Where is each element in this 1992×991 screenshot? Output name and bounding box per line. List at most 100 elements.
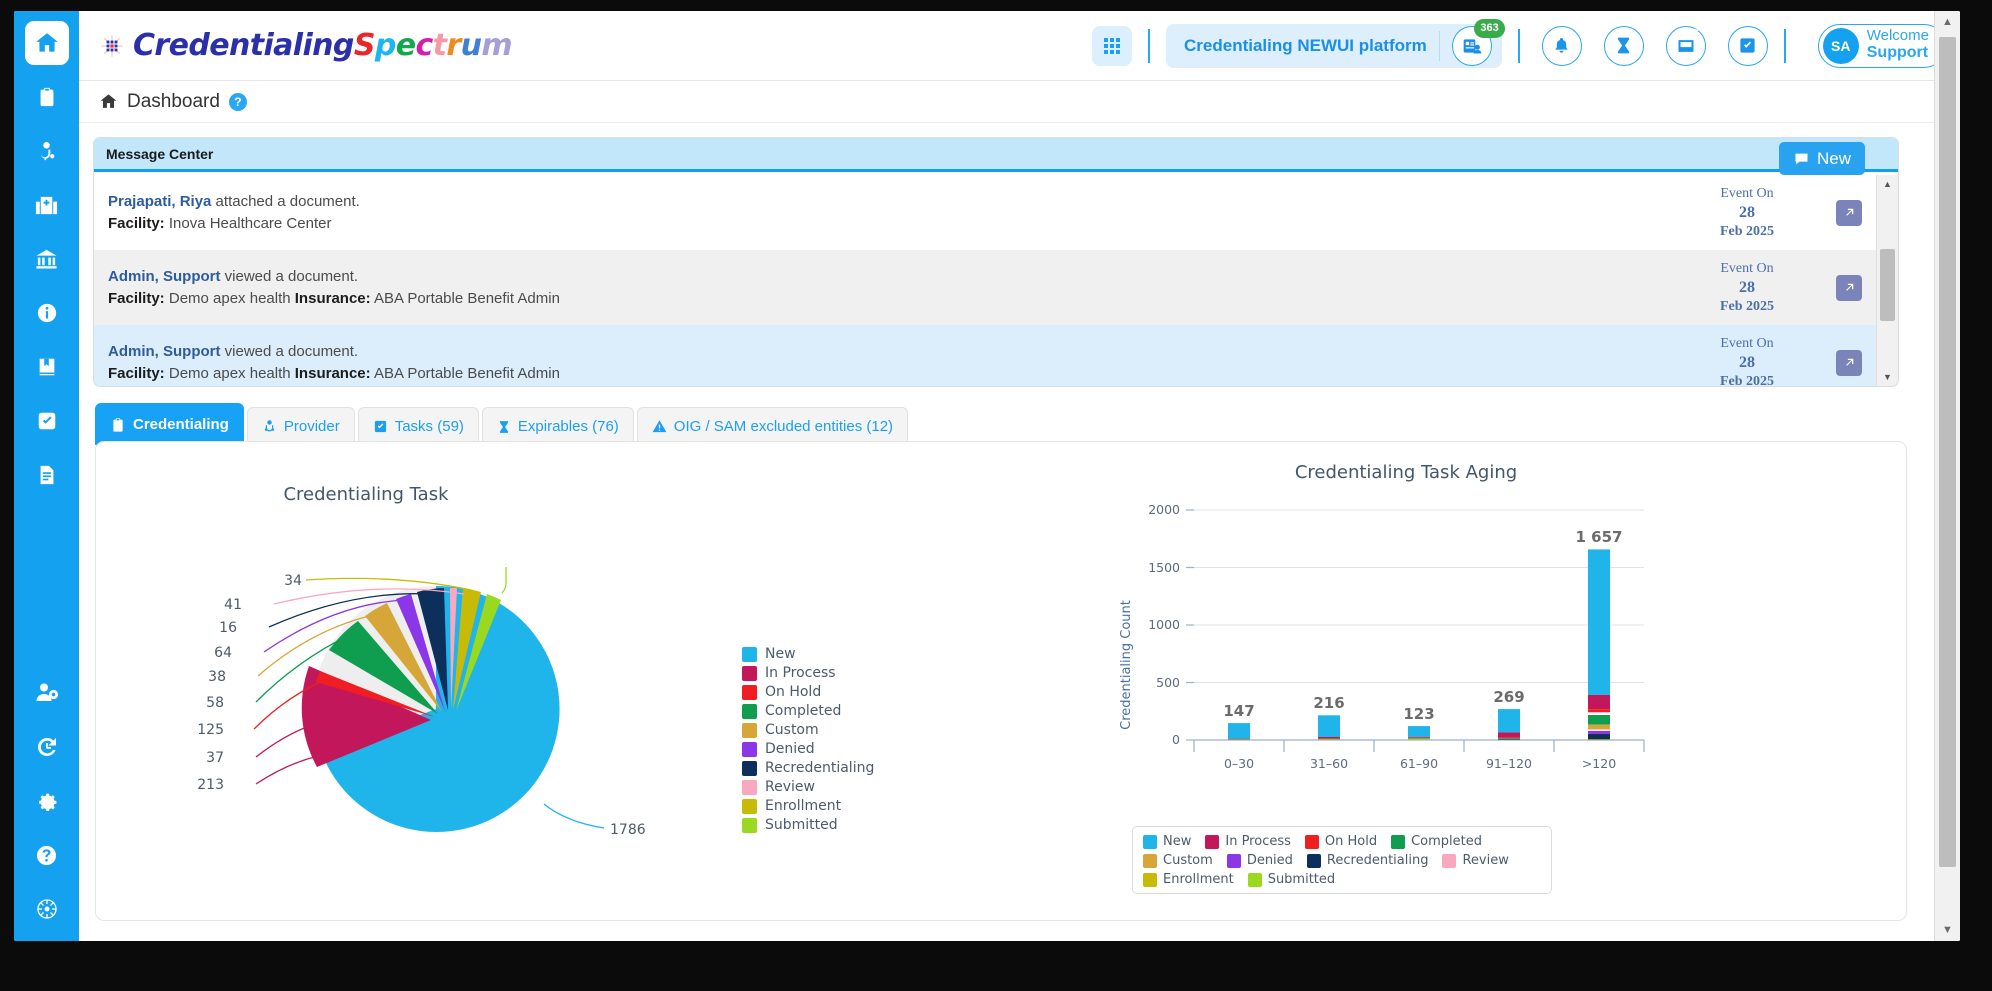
legend-item[interactable]: Review <box>742 779 874 795</box>
sidebar-item-info[interactable] <box>25 291 69 335</box>
logo-letter-r: r <box>446 28 461 63</box>
tasks-button[interactable]: 59 <box>1727 22 1774 66</box>
new-message-button[interactable]: New <box>1778 142 1865 175</box>
legend-item[interactable]: Submitted <box>1247 872 1336 887</box>
legend-swatch-review <box>742 779 757 795</box>
legend-item[interactable]: Review <box>1442 853 1509 868</box>
header-divider-3 <box>1783 28 1786 63</box>
bar-stack-31-60[interactable] <box>1318 715 1340 740</box>
page-scrollbar[interactable]: ▲ ▼ <box>1934 11 1960 941</box>
legend-item[interactable]: In Process <box>1205 834 1291 849</box>
sidebar-item-document[interactable] <box>25 453 69 497</box>
bar-stack-0-30[interactable] <box>1228 723 1250 740</box>
sidebar-item-bookmark[interactable] <box>25 345 69 389</box>
message-text: Admin, Support viewed a document. Facili… <box>108 266 1672 309</box>
sidebar-item-checkbox[interactable] <box>25 399 69 443</box>
inbox-button[interactable]: 99+ <box>1665 22 1713 66</box>
legend-item[interactable]: Completed <box>1391 834 1482 849</box>
sidebar-item-user-settings[interactable] <box>25 671 69 715</box>
pie-label-on-hold: 37 <box>206 750 224 766</box>
message-list[interactable]: Prajapati, Riya attached a document. Fac… <box>94 175 1876 386</box>
legend-label: Submitted <box>1267 872 1336 887</box>
legend-item[interactable]: On Hold <box>742 684 874 700</box>
platform-selector[interactable]: Credentialing NEWUI platform 363 <box>1166 18 1505 68</box>
provider-count-button[interactable]: 363 <box>1451 18 1505 66</box>
message-row[interactable]: Prajapati, Riya attached a document. Fac… <box>94 175 1876 250</box>
sidebar-item-provider[interactable] <box>25 129 69 173</box>
sidebar-item-institution[interactable] <box>25 237 69 281</box>
legend-label: Custom <box>765 722 819 738</box>
history-clock-icon <box>37 737 56 756</box>
tab-tasks[interactable]: Tasks (59) <box>357 407 479 445</box>
legend-label: Custom <box>1163 853 1213 868</box>
legend-item[interactable]: On Hold <box>1304 834 1377 849</box>
bookmark-book-icon <box>39 358 54 376</box>
legend-item[interactable]: Recredentialing <box>742 760 874 776</box>
tab-expirables[interactable]: Expirables (76) <box>481 407 634 445</box>
event-on-label: Event On <box>1720 261 1774 276</box>
sidebar-item-history[interactable] <box>25 725 69 769</box>
legend-item[interactable]: Recredentialing <box>1306 853 1428 868</box>
app-logo[interactable]: CredentialingSpectrum <box>99 28 513 63</box>
open-message-button[interactable] <box>1836 274 1862 301</box>
legend-item[interactable]: New <box>742 646 874 662</box>
legend-item[interactable]: Denied <box>1226 853 1293 868</box>
provider-count-badge: 363 <box>1474 18 1505 38</box>
message-actor: Prajapati, Riya <box>108 193 212 211</box>
legend-item[interactable]: Custom <box>1143 853 1213 868</box>
svg-text:0: 0 <box>1172 732 1180 747</box>
scroll-up-arrow-icon[interactable]: ▲ <box>1877 175 1898 193</box>
pie-label-denied: 38 <box>208 669 226 685</box>
legend-item[interactable]: New <box>1143 834 1191 849</box>
message-row[interactable]: Admin, Support viewed a document. Facili… <box>94 325 1876 386</box>
legend-item[interactable]: Enrollment <box>742 798 874 814</box>
tasks-checkbox-icon <box>1740 38 1755 53</box>
message-center-scrollbar[interactable]: ▲ ▼ <box>1876 175 1898 386</box>
message-event-date: Event On 28 Feb 2025 <box>1672 335 1822 386</box>
tab-oig-sam[interactable]: OIG / SAM excluded entities (12) <box>636 407 909 445</box>
legend-item[interactable]: Custom <box>742 722 874 738</box>
page-scroll-down-arrow-icon[interactable]: ▼ <box>1935 919 1960 941</box>
legend-item[interactable]: Denied <box>742 741 874 757</box>
open-message-button[interactable] <box>1836 199 1862 226</box>
tab-provider[interactable]: Provider <box>246 407 355 445</box>
checkbox-icon <box>374 420 386 433</box>
pie-chart-title: Credentialing Task <box>283 484 449 505</box>
legend-item[interactable]: Completed <box>742 703 874 719</box>
sidebar-item-clipboard[interactable] <box>25 75 69 119</box>
help-icon[interactable]: ? <box>228 92 247 111</box>
event-day: 28 <box>1739 203 1755 221</box>
legend-swatch-custom <box>1143 853 1157 868</box>
chat-bubble-icon <box>1795 153 1808 164</box>
svg-text:0–30: 0–30 <box>1224 756 1254 771</box>
message-event-date: Event On 28 Feb 2025 <box>1672 260 1822 315</box>
sidebar-item-spinner[interactable] <box>25 887 69 931</box>
tab-credentialing[interactable]: Credentialing <box>95 403 244 445</box>
app-header: CredentialingSpectrum Credentialing NEWU… <box>79 11 1960 81</box>
legend-item[interactable]: Submitted <box>742 817 874 833</box>
open-message-button[interactable] <box>1836 349 1862 376</box>
sidebar-item-help[interactable] <box>25 833 69 877</box>
bar-total-0-30: 147 <box>1223 702 1254 720</box>
bar-stack-91-120[interactable] <box>1498 709 1520 740</box>
user-menu[interactable]: SA Welcome Support <box>1817 23 1946 68</box>
message-row[interactable]: Admin, Support viewed a document. Facili… <box>94 250 1876 325</box>
platform-label: Credentialing NEWUI platform <box>1184 35 1427 55</box>
legend-item[interactable]: Enrollment <box>1143 872 1234 887</box>
scrollbar-thumb[interactable] <box>1880 249 1895 321</box>
page-scrollbar-thumb[interactable] <box>1939 37 1956 867</box>
bar-stack-61-90[interactable] <box>1408 726 1430 740</box>
sidebar-item-hospital[interactable] <box>25 183 69 227</box>
platform-pill-divider <box>1438 30 1440 61</box>
apps-grid-button[interactable] <box>1092 25 1133 66</box>
page-scroll-up-arrow-icon[interactable]: ▲ <box>1935 11 1960 33</box>
pending-button[interactable]: 76 <box>1603 22 1650 66</box>
notifications-button[interactable]: 0 <box>1541 22 1585 66</box>
scroll-down-arrow-icon[interactable]: ▼ <box>1877 368 1898 386</box>
message-text: Admin, Support viewed a document. Facili… <box>108 341 1672 384</box>
sidebar-item-settings[interactable] <box>25 779 69 823</box>
logo-letter-m: m <box>481 28 513 63</box>
legend-item[interactable]: In Process <box>742 665 874 681</box>
sidebar-item-home[interactable] <box>24 21 69 65</box>
bar-stack-over-120[interactable] <box>1588 549 1610 740</box>
